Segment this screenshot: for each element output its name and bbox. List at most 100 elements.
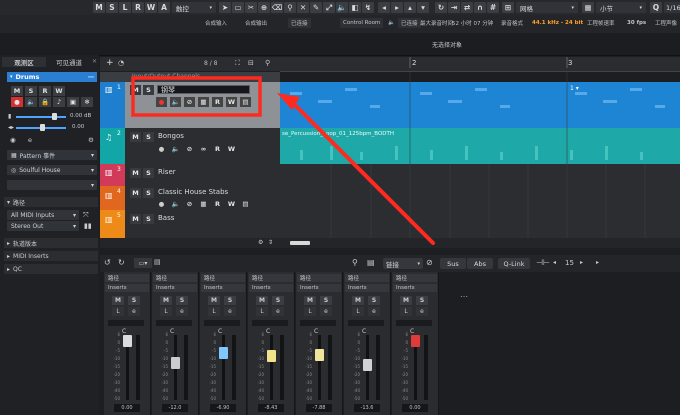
fader-track[interactable]: [318, 335, 321, 400]
fader-handle[interactable]: [315, 349, 324, 362]
edit-instrument-icon[interactable]: ▣: [67, 97, 79, 107]
strip-volume-value[interactable]: -6.90: [210, 404, 236, 412]
routing-swap-icon[interactable]: ⤧: [83, 211, 89, 220]
zoom-in-icon[interactable]: ▸: [580, 259, 583, 266]
strip-route-select[interactable]: 路径: [297, 274, 341, 282]
strip-listen-button[interactable]: L: [160, 307, 172, 316]
strip-insert-select[interactable]: Inserts: [201, 284, 245, 292]
strip-volume-value[interactable]: -13.6: [354, 404, 380, 412]
track-2-write-button[interactable]: W: [226, 144, 237, 154]
track-1-event[interactable]: [280, 82, 680, 129]
strip-solo-button[interactable]: S: [176, 296, 188, 305]
track-1-timebase-icon[interactable]: ⊘: [184, 97, 195, 107]
strip-listen-button[interactable]: L: [256, 307, 268, 316]
strip-listen-button[interactable]: L: [208, 307, 220, 316]
automation-mode-select[interactable]: 触控 ▾: [172, 2, 216, 13]
track-2-name[interactable]: Bongos: [158, 132, 184, 140]
track-5-mute-button[interactable]: M: [130, 214, 141, 224]
comp-tool-icon[interactable]: ↯: [362, 2, 374, 13]
add-track-icon[interactable]: +: [106, 58, 114, 68]
scrollbar-thumb[interactable]: [290, 241, 310, 245]
snap-icon[interactable]: ⇥: [448, 2, 460, 13]
fader-handle[interactable]: [219, 347, 228, 360]
mixer-menu-icon[interactable]: ▤: [154, 258, 161, 266]
track-4-lane[interactable]: [280, 186, 680, 211]
quantize-select[interactable]: 1/16: [664, 2, 680, 13]
track-presets-icon[interactable]: ◔: [118, 59, 124, 67]
strip-insert-select[interactable]: Inserts: [105, 284, 149, 292]
pattern-event-select[interactable]: ▦ Pattern 事件 ▾: [7, 150, 97, 160]
track-1-mute-button[interactable]: M: [130, 85, 141, 95]
strip-edit-icon[interactable]: e: [416, 307, 428, 316]
track-5-lane[interactable]: [280, 210, 680, 239]
sync-icon[interactable]: ⛶: [235, 59, 240, 68]
automation-button[interactable]: A: [158, 2, 170, 13]
strip-route-select[interactable]: 路径: [345, 274, 389, 282]
track-2-monitor-icon[interactable]: 🔈: [170, 144, 181, 154]
routing-section-header[interactable]: ▾ 路径: [4, 197, 98, 207]
strip-volume-value[interactable]: 0.00: [402, 404, 428, 412]
zoom-tool-icon[interactable]: ⚲: [284, 2, 296, 13]
sus-button[interactable]: Sus: [440, 258, 466, 269]
track-color-2[interactable]: [100, 128, 125, 164]
grid-icon[interactable]: #: [487, 2, 499, 13]
midi-inserts-section[interactable]: ▸ MIDI Inserts: [4, 251, 98, 261]
snap-toggle-icon[interactable]: ⊞: [502, 2, 514, 13]
strip-listen-button[interactable]: L: [400, 307, 412, 316]
strip-insert-select[interactable]: Inserts: [153, 284, 197, 292]
strip-route-select[interactable]: 路径: [393, 274, 437, 282]
strip-edit-icon[interactable]: e: [176, 307, 188, 316]
tab-visibility[interactable]: 可见通道: [47, 57, 91, 67]
time-warp-icon[interactable]: ⤢: [323, 2, 335, 13]
fader-handle[interactable]: [123, 335, 132, 347]
horizontal-scrollbar[interactable]: [280, 238, 680, 248]
strip-mute-button[interactable]: M: [160, 296, 172, 305]
snap-mode-select[interactable]: 网格 ▾: [516, 2, 578, 13]
mute-tool-icon[interactable]: ✕: [297, 2, 309, 13]
color-tool-icon[interactable]: ◧: [349, 2, 361, 13]
note-icon[interactable]: ♪: [53, 97, 65, 107]
split-tool-icon[interactable]: ✂: [245, 2, 257, 13]
track-4-solo-button[interactable]: S: [143, 188, 154, 198]
range-tool-icon[interactable]: ▭: [232, 2, 244, 13]
strip-edit-icon[interactable]: e: [368, 307, 380, 316]
strip-edit-icon[interactable]: e: [224, 307, 236, 316]
track-1-record-icon[interactable]: ●: [156, 97, 167, 107]
track-4-mute-button[interactable]: M: [130, 188, 141, 198]
fader-handle[interactable]: [267, 350, 276, 363]
strip-listen-button[interactable]: L: [304, 307, 316, 316]
track-4-timebase-icon[interactable]: ⊘: [184, 199, 195, 209]
strip-mute-button[interactable]: M: [112, 296, 124, 305]
volume-slider[interactable]: [16, 116, 66, 118]
write-mode-button[interactable]: W: [145, 2, 157, 13]
magnet-icon[interactable]: ∩: [474, 2, 486, 13]
track-3-name[interactable]: Riser: [158, 168, 176, 176]
strip-route-select[interactable]: 路径: [153, 274, 197, 282]
track-2-warp-icon[interactable]: ∞: [198, 144, 209, 154]
track-4-instrument-icon[interactable]: ▦: [198, 199, 209, 209]
listen-mode-button[interactable]: L: [119, 2, 131, 13]
zoom-out-icon[interactable]: ◂: [553, 259, 556, 266]
track-3-solo-button[interactable]: S: [143, 168, 154, 178]
settings-icon[interactable]: ⚙: [258, 239, 263, 246]
strip-volume-value[interactable]: -8.43: [258, 404, 284, 412]
track-2-read-button[interactable]: R: [212, 144, 223, 154]
control-room-label[interactable]: Control Room: [340, 18, 384, 28]
strip-volume-value[interactable]: -7.88: [306, 404, 332, 412]
qc-section[interactable]: ▸ QC: [4, 264, 98, 274]
link-settings-icon[interactable]: ⊘: [426, 258, 433, 267]
track-row-2[interactable]: 2 ♫ M S Bongos ● 🔈 ⊘ ∞ R W: [100, 128, 280, 165]
strip-insert-select[interactable]: Inserts: [345, 284, 389, 292]
strip-volume-value[interactable]: 0.00: [114, 404, 140, 412]
strip-mute-button[interactable]: M: [400, 296, 412, 305]
nudge-right-icon[interactable]: ▸: [391, 2, 403, 13]
kit-select[interactable]: ◎ Soulful House ▾: [7, 165, 97, 175]
reset-icon[interactable]: ↺: [104, 258, 111, 267]
fader-track[interactable]: [270, 335, 273, 400]
fader-handle[interactable]: [171, 356, 180, 369]
read-mode-button[interactable]: R: [132, 2, 144, 13]
strip-edit-icon[interactable]: e: [272, 307, 284, 316]
track-4-record-icon[interactable]: ●: [156, 199, 167, 209]
strip-edit-icon[interactable]: e: [320, 307, 332, 316]
track-2-timebase-icon[interactable]: ⊘: [184, 144, 195, 154]
